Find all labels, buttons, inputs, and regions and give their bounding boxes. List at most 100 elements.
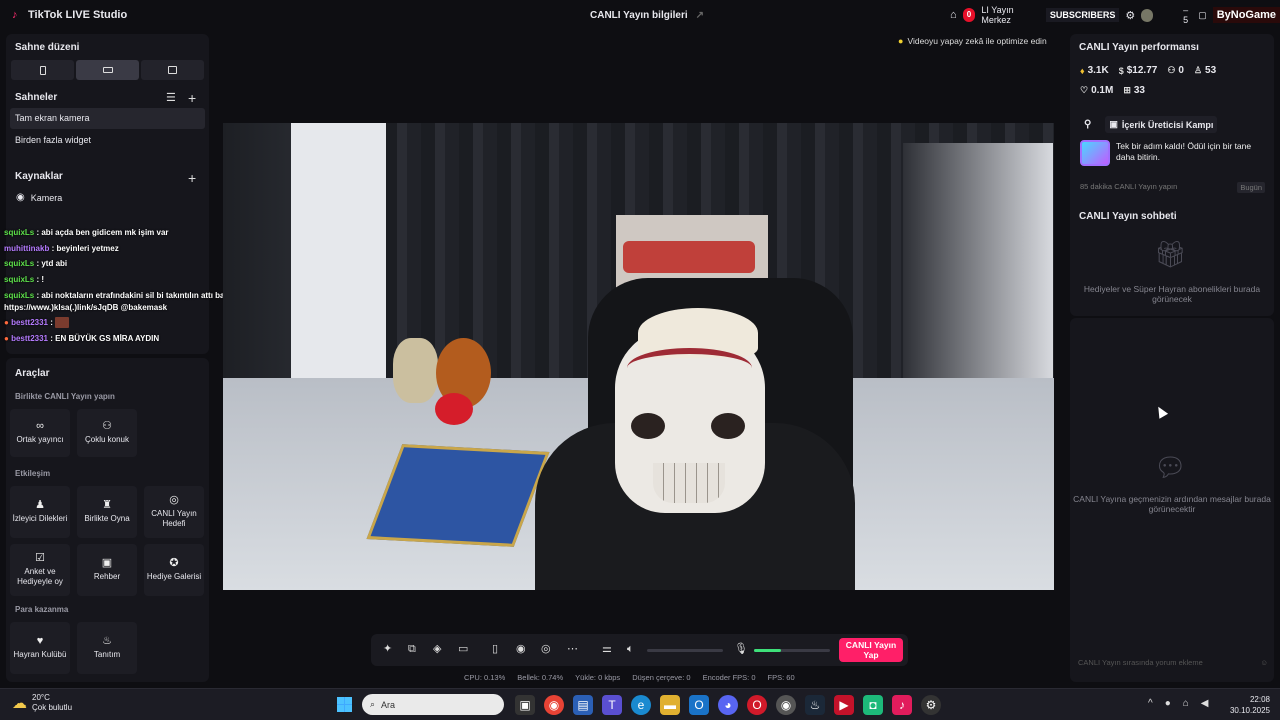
- source-item[interactable]: ◉ Kamera: [16, 192, 62, 203]
- screen-icon[interactable]: ▭: [458, 643, 468, 655]
- scene-item[interactable]: Tam ekran kamera: [10, 108, 205, 129]
- co-host-button[interactable]: ∞ Ortak yayıncı: [10, 409, 70, 457]
- upload-stat: Yükle: 0 kbps: [575, 673, 621, 682]
- avatar[interactable]: [1141, 8, 1154, 22]
- viewers-value: 0: [1178, 65, 1184, 76]
- taskbar-search[interactable]: ⌕ Ara: [362, 694, 504, 715]
- phone-icon[interactable]: ▯: [492, 643, 498, 655]
- layout-portrait-button[interactable]: [11, 60, 74, 80]
- chevron-up-icon[interactable]: ^: [1148, 698, 1153, 709]
- home-icon[interactable]: ⌂: [950, 9, 957, 21]
- chrome-active-icon[interactable]: ◉: [776, 695, 796, 715]
- dollar-icon: $: [1118, 65, 1124, 76]
- video-app-icon[interactable]: ▶: [834, 695, 854, 715]
- diamond-icon: ♦: [1080, 65, 1085, 76]
- gift-gallery-button[interactable]: ✪ Hediye Galerisi: [144, 544, 204, 596]
- go-live-button[interactable]: CANLI Yayın Yap: [839, 638, 903, 662]
- guide-button[interactable]: ▣ Rehber: [77, 544, 137, 596]
- time: 22:08: [1249, 695, 1270, 704]
- share-icon[interactable]: ↗: [696, 10, 704, 21]
- volume-icon[interactable]: ◀: [1201, 698, 1209, 709]
- heart-icon: ♡: [1080, 85, 1089, 95]
- outlook-icon[interactable]: O: [689, 695, 709, 715]
- gifts-value: 33: [1133, 85, 1145, 96]
- magic-wand-icon[interactable]: ✦: [383, 643, 392, 655]
- discord-icon[interactable]: ◕: [718, 695, 738, 715]
- game-app-icon[interactable]: ◘: [863, 695, 883, 715]
- steam-icon[interactable]: ♨: [805, 695, 825, 715]
- comment-input[interactable]: CANLI Yayın sırasında yorum ekleme ☺: [1078, 654, 1268, 670]
- group-live-title: Birlikte CANLI Yayın yapın: [15, 392, 115, 401]
- tiktok-studio-icon[interactable]: ♪: [892, 695, 912, 715]
- list-icon[interactable]: ☰: [166, 91, 176, 104]
- date: 30.10.2025: [1229, 706, 1270, 715]
- poll-button[interactable]: ☑ Anket ve Hediyeyle oy: [10, 544, 70, 596]
- camp-progress-text: Tek bir adım kaldı! Ödül için bir tane d…: [1116, 141, 1252, 162]
- settings-app-icon[interactable]: ⚙: [921, 695, 941, 715]
- clock[interactable]: 22:08 30.10.2025: [1226, 694, 1270, 716]
- layout-landscape-button[interactable]: [76, 60, 139, 80]
- cpu-stat: CPU: 0.13%: [464, 673, 506, 682]
- layout-switcher: [11, 60, 204, 80]
- star-badge-icon: ✪: [169, 557, 179, 569]
- explorer-icon[interactable]: ▬: [660, 695, 680, 715]
- target-icon: ◎: [169, 494, 179, 506]
- notification-badge[interactable]: 0: [962, 8, 976, 22]
- filter-icon[interactable]: ◈: [433, 643, 441, 655]
- maximize-icon[interactable]: ▢: [1198, 10, 1207, 21]
- network-icon[interactable]: ⌂: [1183, 698, 1189, 709]
- microphone-icon[interactable]: 🎙︎: [734, 643, 748, 655]
- pin-icon: ●: [4, 317, 9, 327]
- scene-item[interactable]: Birden fazla widget: [10, 130, 205, 151]
- chat-empty-text: CANLI Yayına geçmenizin ardından mesajla…: [1073, 494, 1271, 514]
- fan-club-button[interactable]: ♥ Hayran Kulübü: [10, 622, 70, 674]
- teams-icon[interactable]: T: [602, 695, 622, 715]
- mic-level-slider[interactable]: [754, 649, 830, 652]
- windows-start-icon[interactable]: [337, 697, 352, 712]
- brand-overlay: ByNoGame: [1212, 7, 1280, 23]
- flame-icon: ♨: [102, 635, 112, 647]
- record-icon[interactable]: ◉: [516, 643, 526, 655]
- speaker-icon[interactable]: 🔈︎: [627, 643, 634, 655]
- emoji-icon[interactable]: ☺: [1260, 658, 1268, 667]
- camera-icon: ◉: [16, 192, 25, 203]
- volume-slider[interactable]: [647, 649, 723, 652]
- subscribers-overlay: SUBSCRIBERS: [1045, 8, 1120, 22]
- edge-icon[interactable]: e: [631, 695, 651, 715]
- weather-text: Çok bulutlu: [32, 703, 73, 712]
- dual-layout-icon: [168, 66, 177, 74]
- ai-optimize-chip[interactable]: ● Videoyu yapay zekâ ile optimize edin: [898, 34, 1047, 48]
- promote-button[interactable]: ♨ Tanıtım: [77, 622, 137, 674]
- add-scene-icon[interactable]: +: [188, 91, 196, 105]
- viewer-wishes-button[interactable]: ♟ İzleyici Dilekleri: [10, 486, 70, 538]
- window-controls[interactable]: –5: [1183, 5, 1192, 25]
- weather-widget[interactable]: ☁ 20°C Çok bulutlu: [12, 693, 72, 713]
- store-icon[interactable]: ▤: [573, 695, 593, 715]
- live-center-link[interactable]: LI Yayın Merkez: [981, 5, 1039, 25]
- coins-value: 3.1K: [1087, 65, 1109, 76]
- play-together-button[interactable]: ♜ Birlikte Oyna: [77, 486, 137, 538]
- live-goal-button[interactable]: ◎ CANLI Yayın Hedefi: [144, 486, 204, 538]
- perf-row: ♡ 0.1M ⊞ 33: [1080, 85, 1145, 96]
- camera-settings-icon[interactable]: ◎: [541, 643, 551, 655]
- multi-guest-button[interactable]: ⚇ Çoklu konuk: [77, 409, 137, 457]
- more-icon[interactable]: ⋯: [567, 643, 578, 655]
- person-icon: ♟: [35, 499, 45, 511]
- gift-box-icon: 🎁︎: [1154, 239, 1188, 269]
- mixer-icon[interactable]: ⚌: [602, 643, 612, 655]
- camera-preview[interactable]: [223, 123, 1054, 590]
- microphone-tray-icon[interactable]: ●: [1165, 698, 1171, 709]
- layout-dual-button[interactable]: [141, 60, 204, 80]
- book-icon: ▣: [101, 557, 113, 569]
- stats-bar: CPU: 0.13% Bellek: 0.74% Yükle: 0 kbps D…: [464, 673, 795, 682]
- earn-title: Para kazanma: [15, 605, 69, 614]
- opera-icon[interactable]: O: [747, 695, 767, 715]
- chrome-icon[interactable]: ◉: [544, 695, 564, 715]
- add-source-icon[interactable]: +: [188, 171, 196, 185]
- creator-camp-button[interactable]: ▣ İçerik Üreticisi Kampı: [1105, 116, 1218, 133]
- task-view-icon[interactable]: ▣: [515, 695, 535, 715]
- effects-icon[interactable]: ⧉: [408, 643, 416, 655]
- settings-icon[interactable]: ⚙: [1125, 9, 1135, 22]
- live-info-link[interactable]: CANLI Yayın bilgileri ↗: [590, 10, 704, 21]
- person-edit-icon[interactable]: ⚲: [1084, 119, 1091, 130]
